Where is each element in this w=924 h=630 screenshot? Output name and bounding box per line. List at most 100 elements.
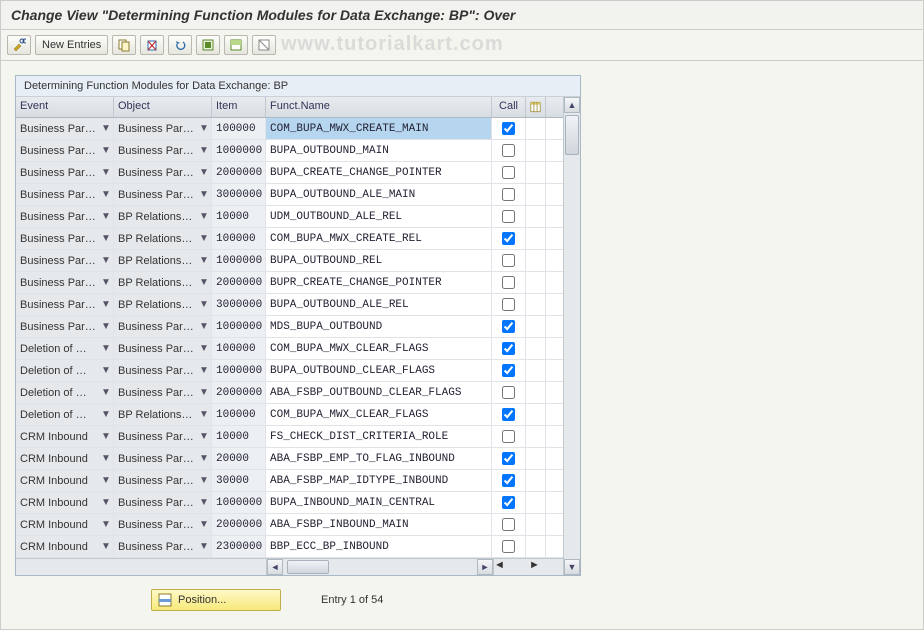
event-dropdown[interactable]: CRM Inbound▼ — [16, 448, 113, 469]
funct-name-field[interactable]: FS_CHECK_DIST_CRITERIA_ROLE — [266, 426, 491, 447]
event-dropdown[interactable]: Business Par…▼ — [16, 118, 113, 139]
col-header-call[interactable]: Call — [492, 97, 526, 117]
col-header-funct[interactable]: Funct.Name — [266, 97, 492, 117]
call-checkbox[interactable] — [502, 210, 515, 223]
table-row[interactable]: Business Par…▼BP Relations…▼3000000BUPA_… — [16, 294, 564, 316]
item-field[interactable]: 3000000 — [212, 294, 265, 315]
item-field[interactable]: 2000000 — [212, 382, 265, 403]
item-field[interactable]: 1000000 — [212, 360, 265, 381]
funct-name-field[interactable]: MDS_BUPA_OUTBOUND — [266, 316, 491, 337]
funct-name-field[interactable]: COM_BUPA_MWX_CLEAR_FLAGS — [266, 338, 491, 359]
object-dropdown[interactable]: BP Relations…▼ — [114, 228, 211, 249]
call-checkbox[interactable] — [502, 496, 515, 509]
table-row[interactable]: Business Par…▼Business Par…▼1000000MDS_B… — [16, 316, 564, 338]
funct-name-field[interactable]: ABA_FSBP_MAP_IDTYPE_INBOUND — [266, 470, 491, 491]
event-dropdown[interactable]: Deletion of …▼ — [16, 360, 113, 381]
event-dropdown[interactable]: CRM Inbound▼ — [16, 514, 113, 535]
table-row[interactable]: CRM Inbound▼Business Par…▼30000ABA_FSBP_… — [16, 470, 564, 492]
object-dropdown[interactable]: BP Relations…▼ — [114, 250, 211, 271]
event-dropdown[interactable]: Business Par…▼ — [16, 206, 113, 227]
object-dropdown[interactable]: BP Relations…▼ — [114, 206, 211, 227]
table-row[interactable]: Business Par…▼Business Par…▼2000000BUPA_… — [16, 162, 564, 184]
funct-name-field[interactable]: ABA_FSBP_EMP_TO_FLAG_INBOUND — [266, 448, 491, 469]
call-checkbox[interactable] — [502, 276, 515, 289]
new-entries-button[interactable]: New Entries — [35, 35, 108, 55]
item-field[interactable]: 100000 — [212, 228, 265, 249]
object-dropdown[interactable]: Business Par…▼ — [114, 514, 211, 535]
item-field[interactable]: 1000000 — [212, 250, 265, 271]
call-checkbox[interactable] — [502, 232, 515, 245]
call-checkbox[interactable] — [502, 342, 515, 355]
item-field[interactable]: 100000 — [212, 404, 265, 425]
object-dropdown[interactable]: Business Par…▼ — [114, 140, 211, 161]
table-row[interactable]: Business Par…▼Business Par…▼3000000BUPA_… — [16, 184, 564, 206]
table-row[interactable]: Deletion of …▼Business Par…▼1000000BUPA_… — [16, 360, 564, 382]
object-dropdown[interactable]: BP Relations…▼ — [114, 294, 211, 315]
object-dropdown[interactable]: Business Par…▼ — [114, 426, 211, 447]
event-dropdown[interactable]: CRM Inbound▼ — [16, 470, 113, 491]
item-field[interactable]: 1000000 — [212, 492, 265, 513]
object-dropdown[interactable]: Business Par…▼ — [114, 118, 211, 139]
horizontal-scrollbar[interactable]: ◄ ► — [267, 559, 493, 575]
funct-name-field[interactable]: BUPA_OUTBOUND_MAIN — [266, 140, 491, 161]
object-dropdown[interactable]: Business Par…▼ — [114, 338, 211, 359]
item-field[interactable]: 2000000 — [212, 272, 265, 293]
call-checkbox[interactable] — [502, 408, 515, 421]
event-dropdown[interactable]: Business Par…▼ — [16, 228, 113, 249]
table-row[interactable]: Business Par…▼BP Relations…▼10000UDM_OUT… — [16, 206, 564, 228]
event-dropdown[interactable]: CRM Inbound▼ — [16, 492, 113, 513]
object-dropdown[interactable]: Business Par…▼ — [114, 448, 211, 469]
scroll-left-arrow[interactable]: ◄ — [267, 559, 283, 575]
call-checkbox[interactable] — [502, 188, 515, 201]
event-dropdown[interactable]: Deletion of …▼ — [16, 404, 113, 425]
scroll-left-arrow-2[interactable]: ◄ — [494, 559, 529, 575]
table-row[interactable]: Deletion of …▼BP Relations…▼100000COM_BU… — [16, 404, 564, 426]
item-field[interactable]: 2000000 — [212, 162, 265, 183]
table-row[interactable]: CRM Inbound▼Business Par…▼10000FS_CHECK_… — [16, 426, 564, 448]
call-checkbox[interactable] — [502, 518, 515, 531]
vscroll-thumb[interactable] — [565, 115, 579, 155]
event-dropdown[interactable]: Business Par…▼ — [16, 272, 113, 293]
call-checkbox[interactable] — [502, 364, 515, 377]
item-field[interactable]: 100000 — [212, 118, 265, 139]
table-row[interactable]: Business Par…▼Business Par…▼1000000BUPA_… — [16, 140, 564, 162]
delete-button[interactable] — [140, 35, 164, 55]
table-row[interactable]: Deletion of …▼Business Par…▼2000000ABA_F… — [16, 382, 564, 404]
object-dropdown[interactable]: BP Relations…▼ — [114, 272, 211, 293]
event-dropdown[interactable]: Deletion of …▼ — [16, 338, 113, 359]
call-checkbox[interactable] — [502, 320, 515, 333]
item-field[interactable]: 100000 — [212, 338, 265, 359]
funct-name-field[interactable]: BUPA_OUTBOUND_REL — [266, 250, 491, 271]
funct-name-field[interactable]: COM_BUPA_MWX_CREATE_MAIN — [266, 118, 491, 139]
funct-name-field[interactable]: BUPA_CREATE_CHANGE_POINTER — [266, 162, 491, 183]
scroll-right-arrow-2[interactable]: ► — [529, 559, 564, 575]
object-dropdown[interactable]: BP Relations…▼ — [114, 404, 211, 425]
call-checkbox[interactable] — [502, 430, 515, 443]
col-header-configure[interactable] — [526, 97, 546, 117]
funct-name-field[interactable]: COM_BUPA_MWX_CREATE_REL — [266, 228, 491, 249]
table-row[interactable]: CRM Inbound▼Business Par…▼20000ABA_FSBP_… — [16, 448, 564, 470]
funct-name-field[interactable]: BUPA_OUTBOUND_CLEAR_FLAGS — [266, 360, 491, 381]
hscroll-thumb[interactable] — [287, 560, 329, 574]
select-all-button[interactable] — [196, 35, 220, 55]
item-field[interactable]: 3000000 — [212, 184, 265, 205]
table-row[interactable]: CRM Inbound▼Business Par…▼1000000BUPA_IN… — [16, 492, 564, 514]
event-dropdown[interactable]: CRM Inbound▼ — [16, 426, 113, 447]
object-dropdown[interactable]: Business Par…▼ — [114, 184, 211, 205]
object-dropdown[interactable]: Business Par…▼ — [114, 360, 211, 381]
call-checkbox[interactable] — [502, 122, 515, 135]
event-dropdown[interactable]: Business Par…▼ — [16, 162, 113, 183]
call-checkbox[interactable] — [502, 166, 515, 179]
object-dropdown[interactable]: Business Par…▼ — [114, 536, 211, 557]
call-checkbox[interactable] — [502, 298, 515, 311]
scroll-down-arrow[interactable]: ▼ — [564, 559, 580, 575]
undo-button[interactable] — [168, 35, 192, 55]
select-block-button[interactable] — [224, 35, 248, 55]
table-row[interactable]: Business Par…▼Business Par…▼100000COM_BU… — [16, 118, 564, 140]
item-field[interactable]: 10000 — [212, 426, 265, 447]
item-field[interactable]: 2000000 — [212, 514, 265, 535]
event-dropdown[interactable]: Business Par…▼ — [16, 294, 113, 315]
funct-name-field[interactable]: BUPA_OUTBOUND_ALE_REL — [266, 294, 491, 315]
call-checkbox[interactable] — [502, 144, 515, 157]
object-dropdown[interactable]: Business Par…▼ — [114, 470, 211, 491]
